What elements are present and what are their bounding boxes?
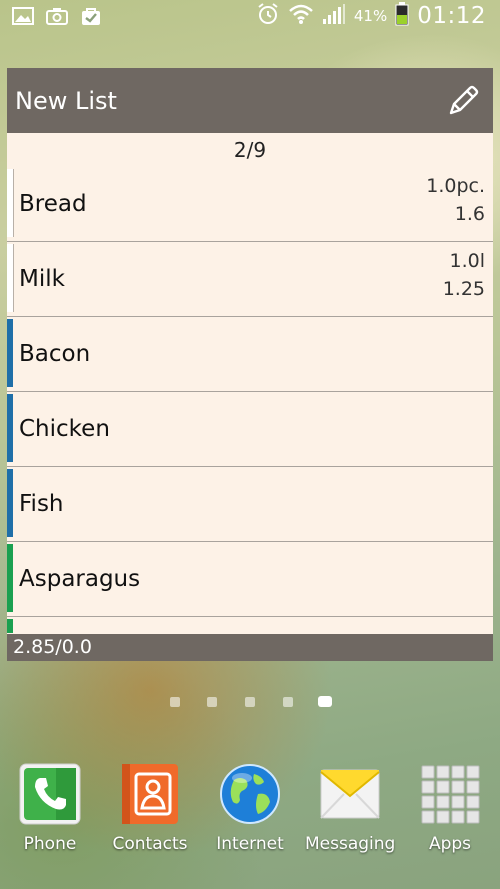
item-name: Bacon — [19, 341, 91, 367]
dock-phone[interactable]: Phone — [5, 762, 95, 854]
clock: 01:12 — [417, 3, 486, 29]
pencil-icon — [449, 85, 479, 114]
page-dot[interactable] — [207, 697, 217, 707]
category-color-bar — [7, 394, 13, 462]
status-bar: 41% 01:12 — [0, 0, 500, 34]
item-price: 1.6 — [454, 203, 485, 225]
item-price: 1.25 — [442, 278, 485, 300]
page-dot[interactable] — [283, 697, 293, 707]
item-quantity: 1.0pc. — [426, 175, 485, 197]
category-color-bar — [7, 169, 14, 237]
dock-label: Internet — [216, 834, 284, 854]
category-color-bar — [7, 319, 13, 387]
list-item[interactable]: Fish — [7, 467, 493, 542]
item-name: Fish — [19, 491, 64, 517]
shopping-bag-icon — [80, 6, 102, 26]
item-counter: 2/9 — [233, 138, 267, 162]
apps-grid-icon — [418, 762, 482, 826]
category-color-bar — [7, 619, 13, 633]
item-name: Bread — [19, 191, 87, 217]
camera-icon — [46, 6, 68, 26]
widget-header: New List — [7, 68, 493, 133]
envelope-icon — [318, 762, 382, 826]
list-item[interactable]: Bread 1.0pc. 1.6 — [7, 167, 493, 242]
phone-icon — [18, 762, 82, 826]
dock-label: Apps — [428, 834, 472, 854]
contacts-icon — [118, 762, 182, 826]
list-item[interactable]: Chicken — [7, 392, 493, 467]
signal-icon — [322, 3, 346, 29]
alarm-icon — [256, 2, 280, 30]
item-name: Milk — [19, 266, 65, 292]
page-dot[interactable] — [170, 697, 180, 707]
page-dot[interactable] — [245, 697, 255, 707]
list-item[interactable]: Milk 1.0l 1.25 — [7, 242, 493, 317]
edit-button[interactable] — [443, 81, 483, 121]
dock-label: Contacts — [112, 834, 188, 854]
list-item[interactable]: Bacon — [7, 317, 493, 392]
dock-messaging[interactable]: Messaging — [305, 762, 395, 854]
item-name: Chicken — [19, 416, 110, 442]
list-title[interactable]: New List — [15, 87, 117, 115]
dock-label: Phone — [23, 834, 77, 854]
dock-apps[interactable]: Apps — [405, 762, 495, 854]
category-color-bar — [7, 544, 13, 612]
item-name: Asparagus — [19, 566, 141, 592]
list-item[interactable]: Asparagus — [7, 542, 493, 617]
page-indicator — [0, 695, 500, 709]
dock-label: Messaging — [305, 834, 396, 854]
battery-icon — [395, 2, 409, 30]
dock-contacts[interactable]: Contacts — [105, 762, 195, 854]
item-quantity: 1.0l — [449, 250, 486, 272]
gallery-icon — [12, 6, 34, 26]
dock-internet[interactable]: Internet — [205, 762, 295, 854]
globe-icon — [218, 762, 282, 826]
category-color-bar — [7, 469, 13, 537]
list-item[interactable] — [7, 617, 493, 633]
shopping-list-widget: New List 2/9 Bread 1.0pc. 1.6 Milk 1.0l 1.25 B… — [7, 68, 493, 661]
battery-percent: 41% — [353, 7, 388, 25]
page-dot[interactable] — [318, 696, 332, 707]
list-total: 2.85/0.0 — [7, 634, 493, 661]
category-color-bar — [7, 244, 14, 312]
wifi-icon — [288, 2, 314, 30]
item-list: Bread 1.0pc. 1.6 Milk 1.0l 1.25 Bacon Chicken Fi… — [7, 167, 493, 633]
